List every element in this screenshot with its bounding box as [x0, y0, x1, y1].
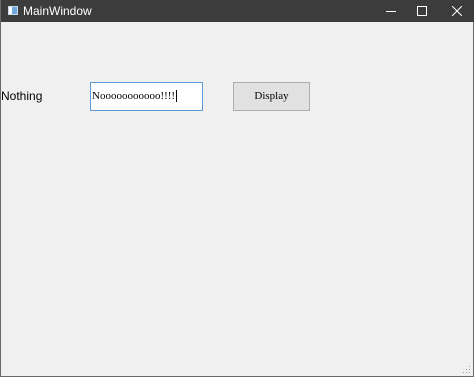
- window-title: MainWindow: [23, 4, 92, 18]
- output-label: Nothing: [1, 89, 43, 103]
- maximize-icon: [417, 6, 427, 16]
- app-window-icon: [8, 6, 18, 15]
- title-bar[interactable]: MainWindow: [1, 0, 474, 22]
- text-input-field[interactable]: Nooooooooooo!!!!: [90, 82, 203, 111]
- client-area: Nothing Nooooooooooo!!!! Display: [1, 22, 473, 376]
- resize-grip-icon[interactable]: [463, 366, 471, 374]
- text-caret: [176, 90, 178, 103]
- minimize-icon: [386, 11, 396, 12]
- input-value: Nooooooooooo!!!!: [92, 90, 176, 102]
- close-icon: [452, 6, 462, 16]
- display-button[interactable]: Display: [233, 82, 310, 111]
- main-window: MainWindow Nothing Nooooooooooo!!!! Disp…: [0, 0, 474, 377]
- close-button[interactable]: [439, 0, 474, 22]
- maximize-button[interactable]: [404, 0, 440, 22]
